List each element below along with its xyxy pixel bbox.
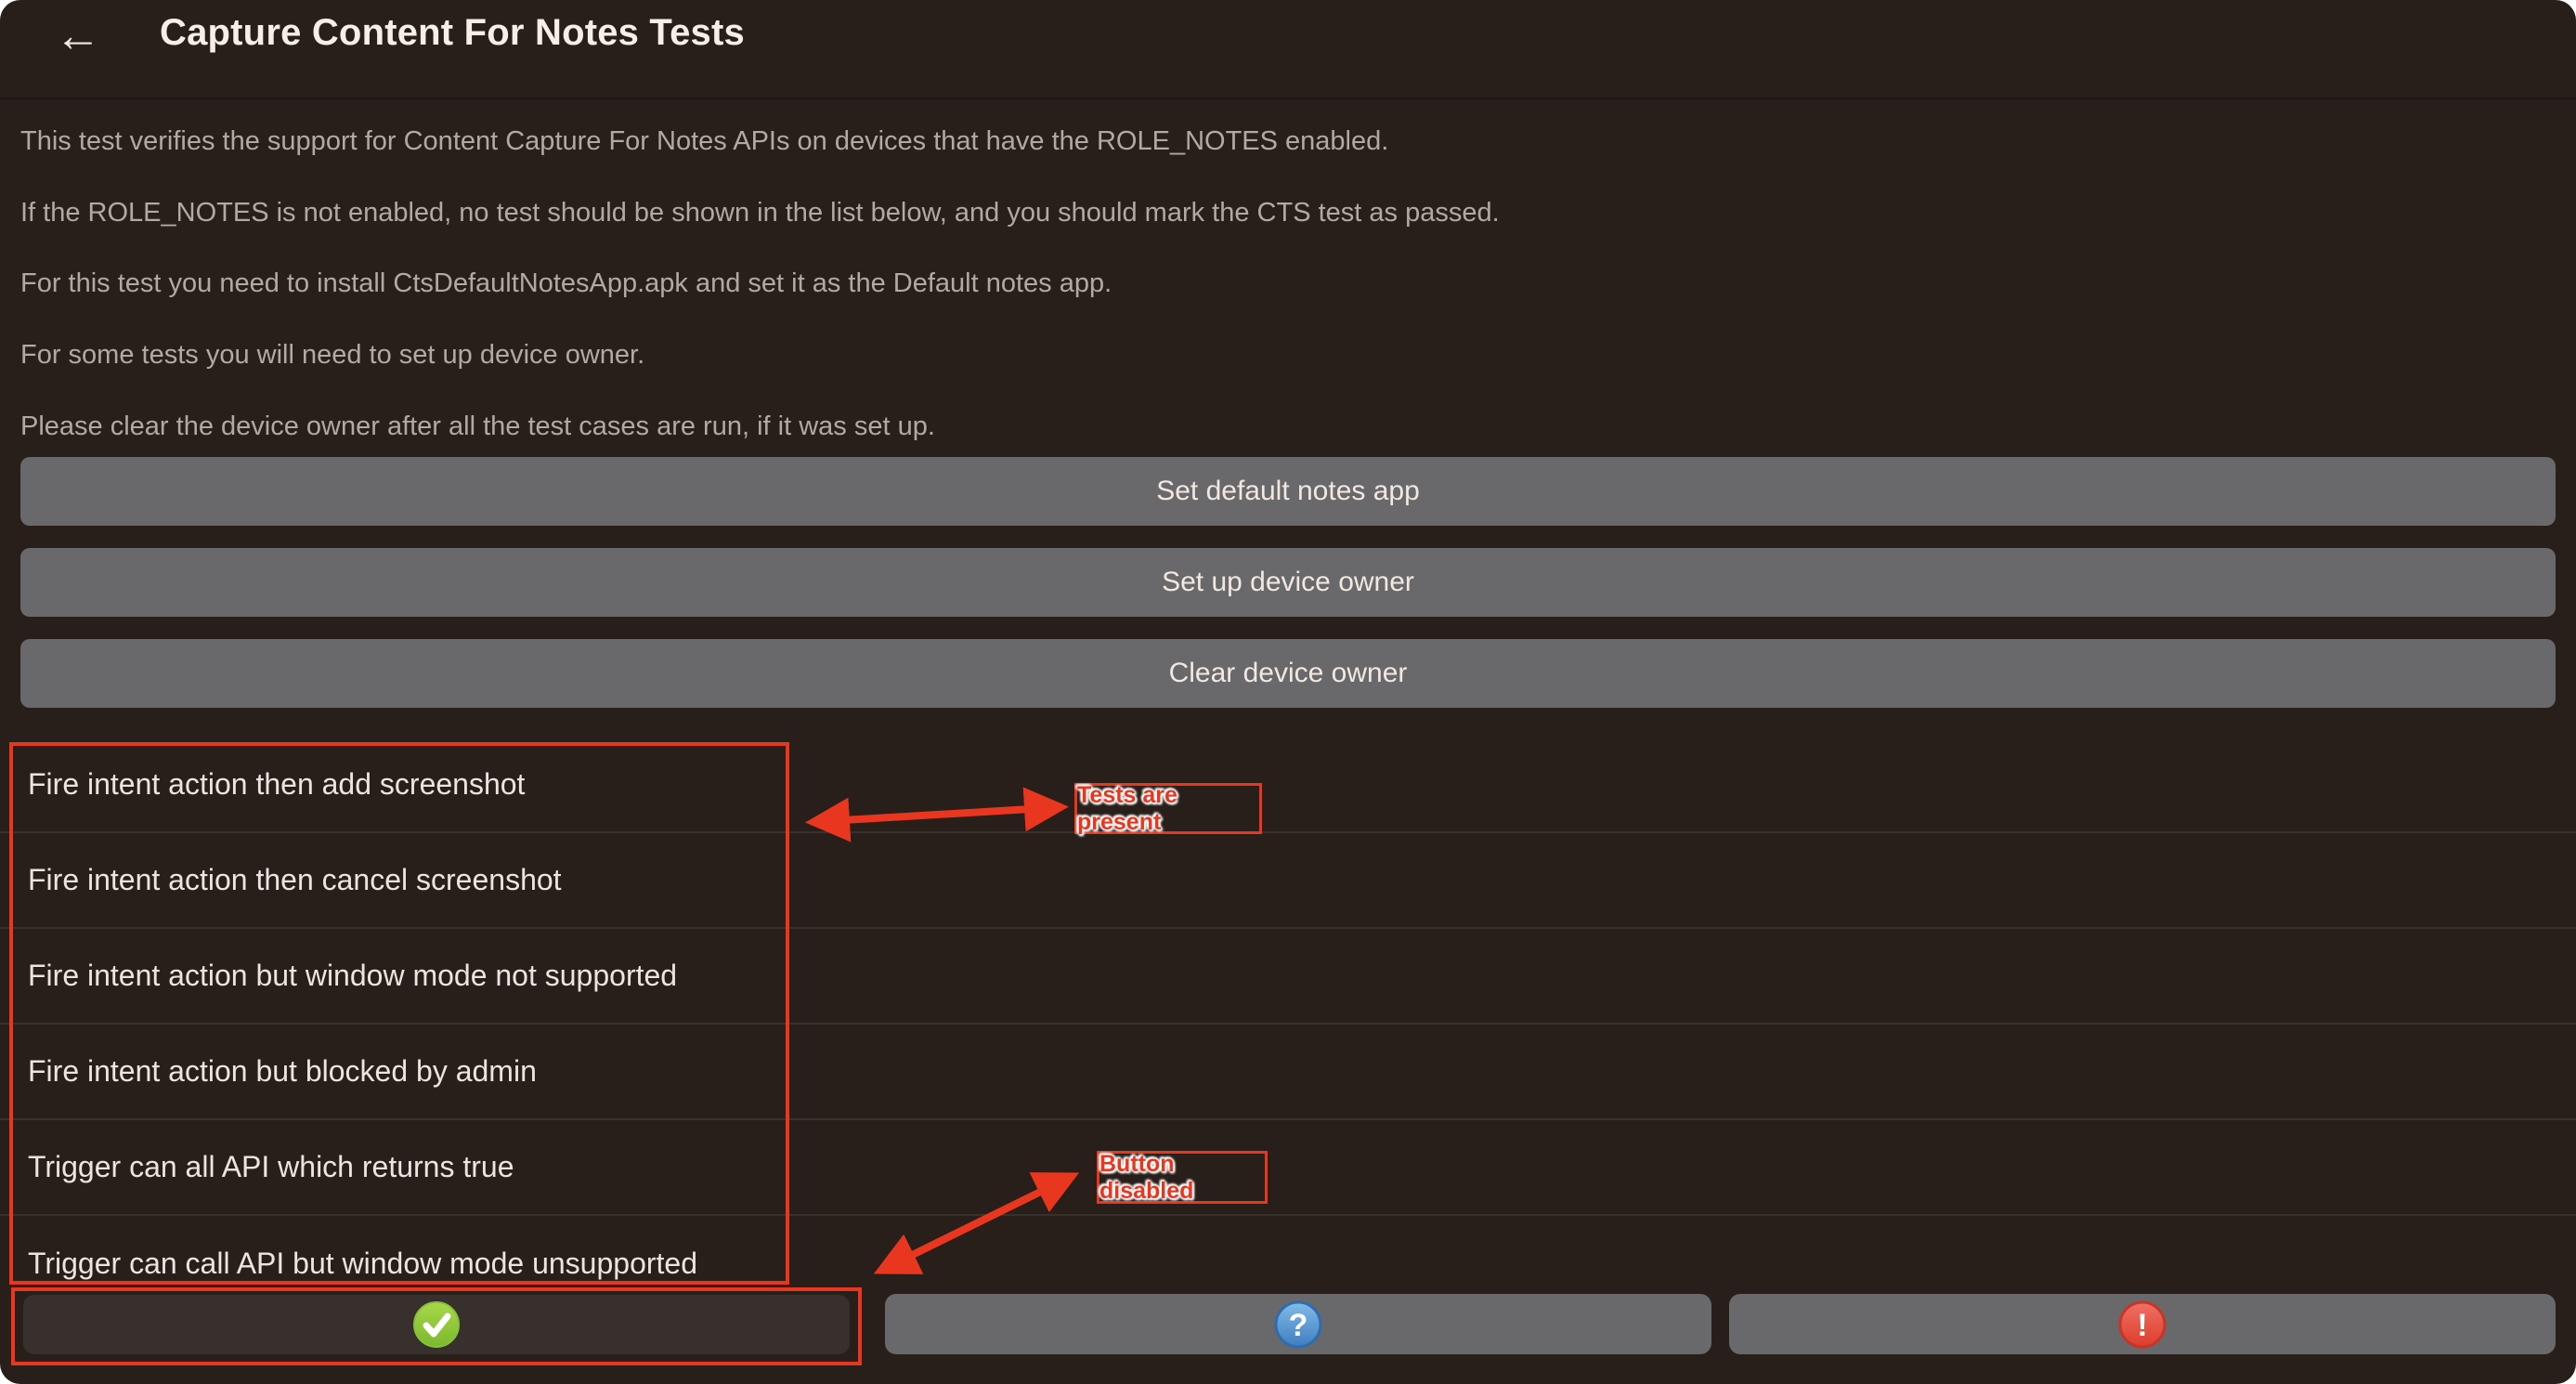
back-arrow-icon: ← <box>55 9 101 61</box>
exclamation-circle-icon: ! <box>2118 1300 2166 1349</box>
clear-device-owner-label: Clear device owner <box>1169 658 1408 688</box>
test-list-item-2[interactable]: Fire intent action then cancel screensho… <box>0 833 2576 929</box>
test-list-item-5[interactable]: Trigger can all API which returns true <box>0 1120 2576 1216</box>
screenshot-stage: ← Capture Content For Notes Tests This t… <box>0 0 2576 1384</box>
test-list-item-label: Trigger can all API which returns true <box>28 1150 514 1184</box>
test-list-item-label: Fire intent action but blocked by admin <box>28 1054 537 1089</box>
set-up-device-owner-button[interactable]: Set up device owner <box>20 548 2556 617</box>
test-list-item-4[interactable]: Fire intent action but blocked by admin <box>0 1025 2576 1120</box>
page-title: Capture Content For Notes Tests <box>160 12 745 54</box>
svg-text:?: ? <box>1289 1308 1308 1343</box>
check-circle-icon <box>412 1300 461 1349</box>
header-divider <box>0 98 2576 99</box>
svg-text:!: ! <box>2137 1308 2147 1343</box>
pass-button[interactable] <box>23 1295 850 1354</box>
test-list-item-label: Trigger can call API but window mode uns… <box>28 1247 697 1281</box>
info-button[interactable]: ? <box>885 1294 1711 1354</box>
cts-verifier-screen: ← Capture Content For Notes Tests This t… <box>0 0 2576 1384</box>
instruction-text-1: This test verifies the support for Conte… <box>20 126 2528 157</box>
clear-device-owner-button[interactable]: Clear device owner <box>20 639 2556 708</box>
test-list-item-3[interactable]: Fire intent action but window mode not s… <box>0 929 2576 1025</box>
test-list-item-label: Fire intent action then add screenshot <box>28 767 525 802</box>
instruction-text-3: For this test you need to install CtsDef… <box>20 268 2528 299</box>
test-list-item-label: Fire intent action then cancel screensho… <box>28 863 562 897</box>
test-list-item-label: Fire intent action but window mode not s… <box>28 959 677 993</box>
test-list-item-1[interactable]: Fire intent action then add screenshot <box>0 738 2576 833</box>
set-default-notes-app-button[interactable]: Set default notes app <box>20 457 2556 526</box>
set-default-notes-app-label: Set default notes app <box>1156 476 1420 506</box>
instruction-text-4: For some tests you will need to set up d… <box>20 340 2528 371</box>
instruction-text-2: If the ROLE_NOTES is not enabled, no tes… <box>20 198 2528 228</box>
set-up-device-owner-label: Set up device owner <box>1162 567 1414 597</box>
fail-button[interactable]: ! <box>1729 1294 2556 1354</box>
instruction-text-5: Please clear the device owner after all … <box>20 411 2528 442</box>
question-circle-icon: ? <box>1274 1300 1322 1349</box>
back-button[interactable]: ← <box>45 2 111 69</box>
header: ← Capture Content For Notes Tests <box>0 0 2576 98</box>
